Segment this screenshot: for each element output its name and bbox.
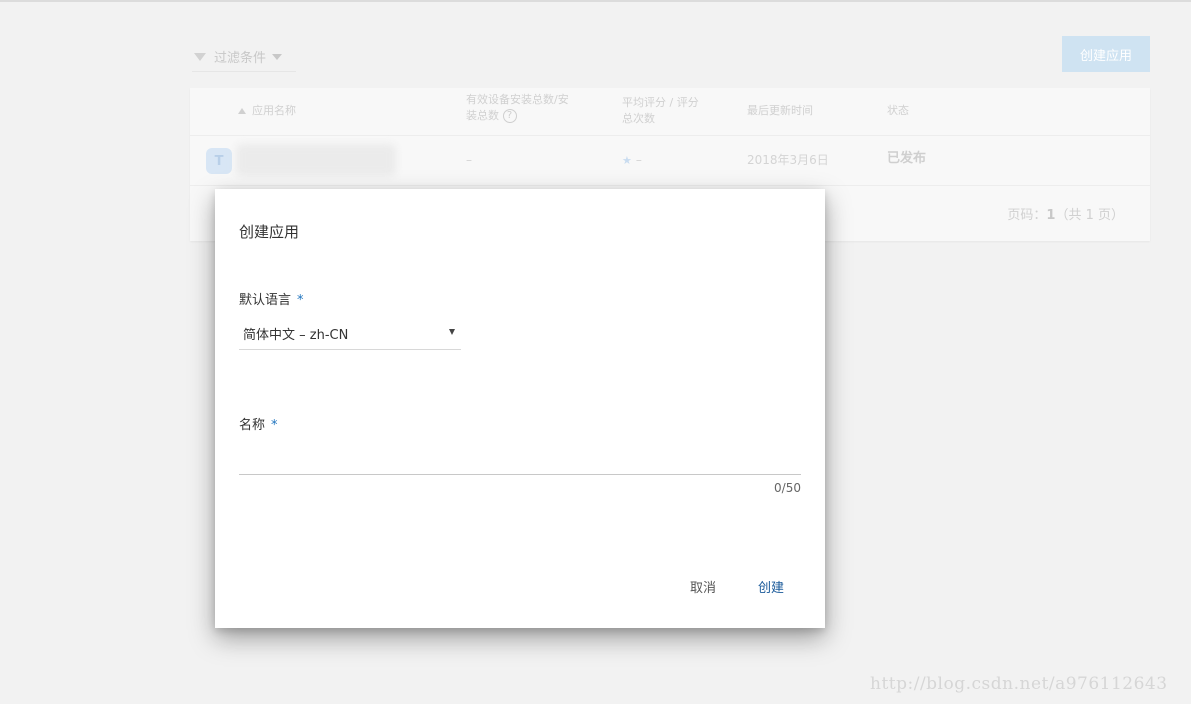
installs-value: –	[466, 153, 472, 167]
header-updated: 最后更新时间	[747, 104, 813, 117]
sort-asc-icon	[238, 108, 246, 114]
app-icon: T	[206, 148, 232, 174]
table-row[interactable]: T – ★ – 2018年3月6日 已发布	[190, 136, 1150, 186]
dialog-title: 创建应用	[239, 223, 300, 241]
create-app-dialog: 创建应用 默认语言 * 简体中文 – zh-CN 名称 * 0/50 取消 创建	[215, 189, 825, 628]
language-label: 默认语言 *	[239, 293, 304, 308]
caret-down-icon	[272, 53, 283, 60]
filter-dropdown[interactable]: 过滤条件	[192, 42, 296, 72]
header-rating: 平均评分 / 评分 总次数	[622, 96, 699, 125]
table-header: 应用名称 有效设备安装总数/安 装总数 ? 平均评分 / 评分 总次数 最后更新…	[190, 88, 1150, 136]
status-badge: 已发布	[887, 151, 927, 166]
pagination: 页码：1（共 1 页）	[1007, 208, 1124, 223]
filter-icon	[194, 52, 206, 61]
name-input[interactable]	[239, 443, 801, 475]
required-mark: *	[271, 418, 278, 433]
language-select[interactable]: 简体中文 – zh-CN	[239, 317, 461, 350]
filter-label: 过滤条件	[214, 51, 267, 66]
create-app-button[interactable]: 创建应用	[1062, 36, 1150, 72]
help-icon[interactable]: ?	[502, 109, 517, 123]
language-value: 简体中文 – zh-CN	[243, 327, 349, 343]
header-installs: 有效设备安装总数/安 装总数 ?	[466, 93, 569, 123]
dropdown-arrow-icon	[449, 329, 455, 335]
watermark: http://blog.csdn.net/a976112643	[870, 674, 1168, 694]
char-counter: 0/50	[774, 481, 801, 495]
create-button[interactable]: 创建	[749, 571, 793, 601]
required-mark: *	[297, 293, 304, 308]
header-status: 状态	[887, 104, 909, 117]
updated-value: 2018年3月6日	[747, 153, 829, 167]
rating-value: ★ –	[622, 153, 642, 167]
name-label: 名称 *	[239, 418, 278, 433]
blurred-app-name	[236, 144, 396, 176]
cancel-button[interactable]: 取消	[681, 571, 725, 601]
star-icon: ★	[622, 154, 632, 167]
header-app-name[interactable]: 应用名称	[238, 103, 296, 119]
